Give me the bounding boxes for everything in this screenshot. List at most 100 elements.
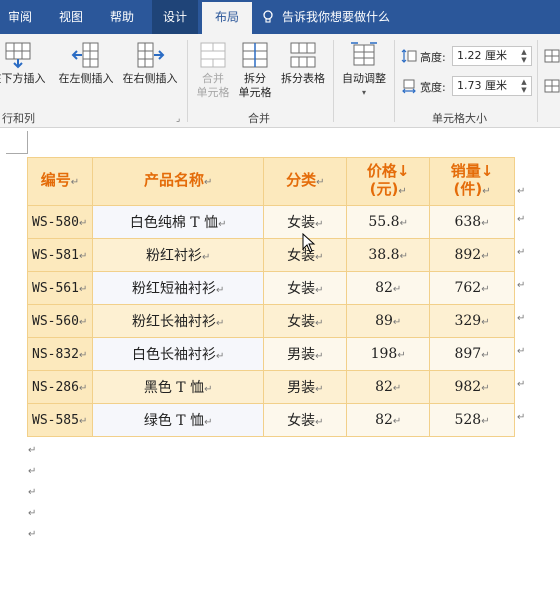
cell-name[interactable]: 粉红长袖衬衫↵ [91, 304, 265, 338]
margin-corner-mark [27, 131, 28, 153]
cell-category[interactable]: 女装↵ [263, 403, 348, 437]
table-row: WS-580↵ 白色纯棉 T 恤↵ 女装↵ 55.8↵ 638↵ [27, 205, 515, 239]
cell-name[interactable]: 黑色 T 恤↵ [91, 370, 265, 404]
tab-review[interactable]: 审阅 [0, 0, 40, 34]
tab-layout[interactable]: 布局 [202, 2, 252, 34]
autofit-button[interactable]: 自动调整 ▾ [336, 40, 392, 100]
spin-up-icon[interactable]: ▲ [519, 48, 529, 56]
split-cells-button[interactable]: 拆分 单元格 [234, 40, 276, 100]
tab-design[interactable]: 设计 [152, 0, 198, 34]
autofit-label: 自动调整 [342, 72, 386, 85]
header-cell-id[interactable]: 编号↵ [27, 157, 93, 206]
tab-help[interactable]: 帮助 [100, 0, 144, 34]
cell-sales[interactable]: 638↵ [429, 205, 515, 239]
row-end-mark: ↵ [517, 346, 526, 357]
cell-sales[interactable]: 329↵ [429, 304, 515, 338]
insert-below-label: 在下方插入 [0, 72, 46, 85]
insert-left-icon [71, 42, 99, 68]
insert-below-icon [5, 42, 31, 69]
cell-price[interactable]: 38.8↵ [346, 238, 431, 272]
header-cell-price[interactable]: 价格↓ (元)↵ [346, 157, 431, 206]
cell-name[interactable]: 粉红短袖衬衫↵ [91, 271, 265, 305]
cell-sales[interactable]: 982↵ [429, 370, 515, 404]
group-separator [537, 40, 538, 122]
distribute-columns-icon[interactable] [544, 78, 560, 94]
lightbulb-icon [263, 10, 273, 23]
tell-me-search[interactable]: 告诉我你想要做什么 [262, 0, 390, 34]
cell-category[interactable]: 男装↵ [263, 337, 348, 371]
width-label: 宽度: [420, 81, 446, 94]
merge-cells-icon [200, 42, 226, 68]
table-row: NS-832↵ 白色长袖衬衫↵ 男装↵ 198↵ 897↵ [27, 337, 515, 371]
cell-name[interactable]: 白色长袖衬衫↵ [91, 337, 265, 371]
column-width-icon [402, 79, 416, 94]
cell-sales[interactable]: 892↵ [429, 238, 515, 272]
width-value: 1.73 厘米 [457, 79, 507, 92]
cell-id[interactable]: NS-832↵ [27, 337, 93, 371]
cell-name[interactable]: 粉红衬衫↵ [91, 238, 265, 272]
dialog-launcher-icon[interactable]: ⌟ [176, 114, 180, 124]
header-cell-category[interactable]: 分类↵ [263, 157, 348, 206]
spin-down-icon[interactable]: ▼ [519, 86, 529, 94]
insert-below-button[interactable]: 在下方插入 [0, 40, 50, 86]
cell-id[interactable]: WS-585↵ [27, 403, 93, 437]
split-cells-label-2: 单元格 [238, 86, 272, 99]
height-spinner[interactable]: 1.22 厘米 ▲ ▼ [452, 46, 532, 66]
cell-name[interactable]: 白色纯棉 T 恤↵ [91, 205, 265, 239]
group-separator [394, 40, 395, 122]
row-end-mark: ↵ [517, 214, 526, 225]
table-row: WS-561↵ 粉红短袖衬衫↵ 女装↵ 82↵ 762↵ [27, 271, 515, 305]
split-table-button[interactable]: 拆分表格 [276, 40, 330, 86]
cell-id[interactable]: WS-561↵ [27, 271, 93, 305]
paragraph-mark: ↵ [28, 445, 37, 456]
group-separator [187, 40, 188, 122]
cell-price[interactable]: 89↵ [346, 304, 431, 338]
header-cell-sales[interactable]: 销量↓ (件)↵ [429, 157, 515, 206]
group-label-merge: 合并 [248, 112, 270, 125]
group-label-rows-cols: 行和列 [2, 112, 35, 125]
paragraph-mark: ↵ [28, 508, 37, 519]
product-table[interactable]: 编号↵ 产品名称↵ 分类↵ 价格↓ (元)↵ 销量↓ (件)↵ WS-580↵ 白色… [27, 157, 515, 437]
split-table-icon [290, 42, 316, 68]
cell-id[interactable]: WS-560↵ [27, 304, 93, 338]
cell-price[interactable]: 82↵ [346, 403, 431, 437]
table-header-row: 编号↵ 产品名称↵ 分类↵ 价格↓ (元)↵ 销量↓ (件)↵ [27, 157, 515, 206]
ribbon-layout-panel: 在下方插入 在左侧插入 在右侧插入 行和列 ⌟ 合并 单元格 拆分 单元格 拆分… [0, 34, 560, 128]
spin-up-icon[interactable]: ▲ [519, 78, 529, 86]
cell-category[interactable]: 男装↵ [263, 370, 348, 404]
distribute-rows-icon[interactable] [544, 48, 560, 64]
spin-down-icon[interactable]: ▼ [519, 56, 529, 64]
split-table-label: 拆分表格 [281, 72, 325, 85]
cell-sales[interactable]: 762↵ [429, 271, 515, 305]
insert-right-button[interactable]: 在右侧插入 [118, 40, 182, 86]
cell-price[interactable]: 82↵ [346, 370, 431, 404]
merge-cells-label-1: 合并 [202, 72, 224, 85]
split-cells-icon [242, 42, 268, 68]
cell-sales[interactable]: 897↵ [429, 337, 515, 371]
paragraph-mark: ↵ [28, 466, 37, 477]
cell-category[interactable]: 女装↵ [263, 271, 348, 305]
cell-sales[interactable]: 528↵ [429, 403, 515, 437]
row-end-mark: ↵ [517, 247, 526, 258]
cell-id[interactable]: WS-581↵ [27, 238, 93, 272]
cell-name[interactable]: 绿色 T 恤↵ [91, 403, 265, 437]
row-end-mark: ↵ [517, 412, 526, 423]
cell-price[interactable]: 198↵ [346, 337, 431, 371]
header-cell-name[interactable]: 产品名称↵ [91, 157, 265, 206]
insert-right-icon [137, 42, 165, 68]
merge-cells-button[interactable]: 合并 单元格 [190, 40, 236, 100]
tab-view[interactable]: 视图 [48, 0, 94, 34]
insert-left-button[interactable]: 在左侧插入 [54, 40, 118, 86]
table-row: WS-585↵ 绿色 T 恤↵ 女装↵ 82↵ 528↵ [27, 403, 515, 437]
mouse-pointer-icon [302, 233, 316, 253]
cell-price[interactable]: 55.8↵ [346, 205, 431, 239]
ribbon-tab-bar: 审阅 视图 帮助 设计 布局 告诉我你想要做什么 [0, 0, 560, 34]
row-end-mark: ↵ [517, 379, 526, 390]
width-spinner[interactable]: 1.73 厘米 ▲ ▼ [452, 76, 532, 96]
row-end-mark: ↵ [517, 186, 526, 197]
tell-me-text: 告诉我你想要做什么 [282, 10, 391, 24]
cell-id[interactable]: WS-580↵ [27, 205, 93, 239]
cell-category[interactable]: 女装↵ [263, 304, 348, 338]
cell-price[interactable]: 82↵ [346, 271, 431, 305]
cell-id[interactable]: NS-286↵ [27, 370, 93, 404]
